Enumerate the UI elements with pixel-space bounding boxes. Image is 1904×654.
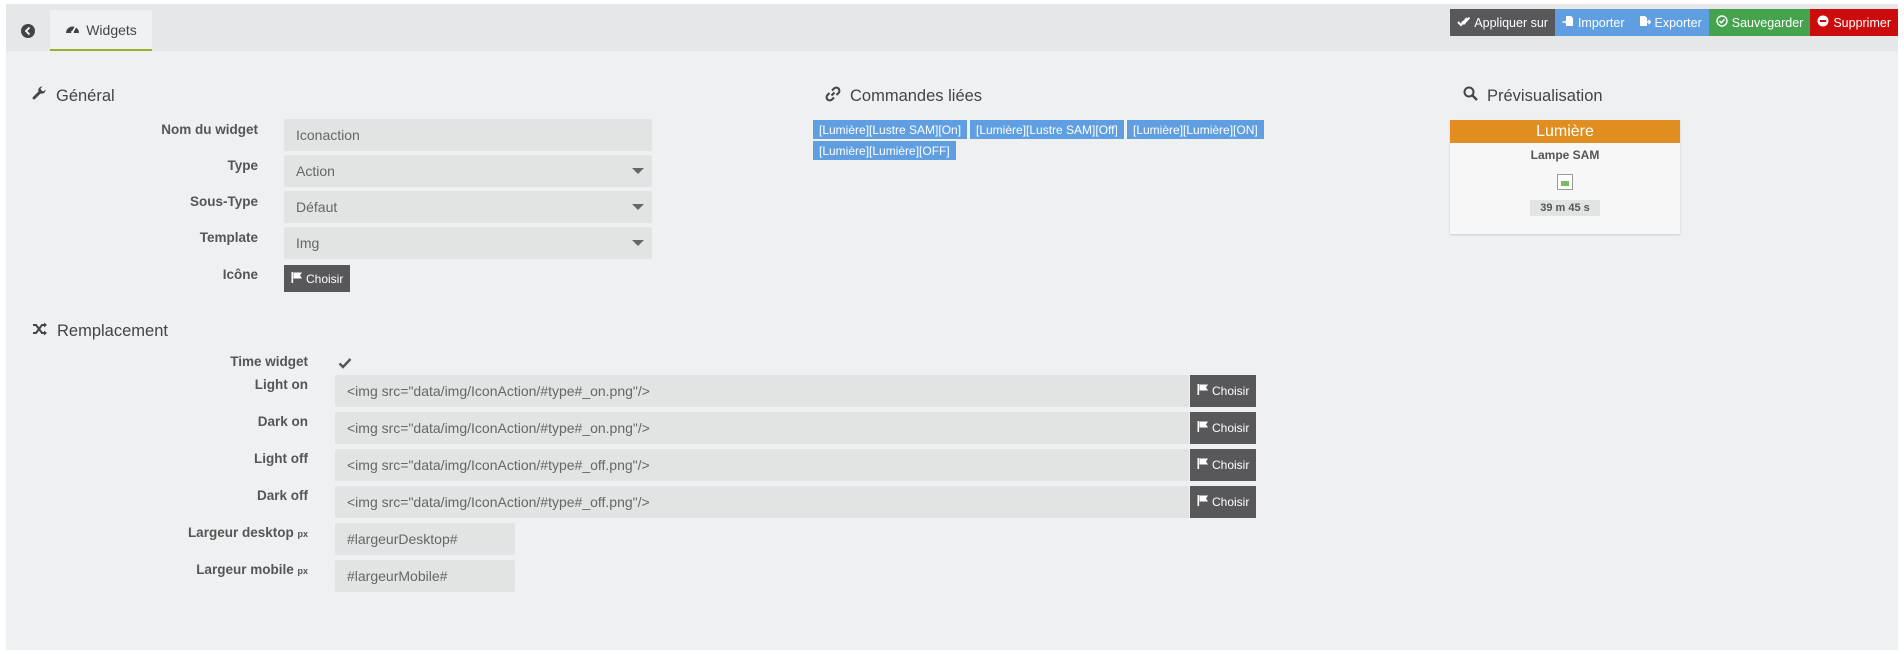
preview-tile-subtitle: Lampe SAM	[1530, 148, 1600, 162]
time-widget-checkbox[interactable]	[337, 355, 353, 371]
dark-off-input[interactable]: <img src="data/img/IconAction/#type#_off…	[335, 486, 1189, 518]
save-button[interactable]: Sauvegarder	[1708, 9, 1811, 36]
width-desktop-input[interactable]: #largeurDesktop#	[335, 523, 515, 555]
light-on-label: Light on	[254, 377, 308, 392]
link-icon	[825, 86, 841, 107]
width-mobile-unit: px	[297, 566, 308, 576]
widget-preview-tile[interactable]: Lumière Lampe SAM 39 m 45 s	[1450, 120, 1680, 234]
double-check-icon	[1457, 16, 1471, 30]
tab-widgets[interactable]: Widgets	[50, 10, 152, 51]
choose-label: Choisir	[1212, 458, 1250, 472]
type-select[interactable]: Action	[284, 155, 652, 187]
minus-circle-icon	[1817, 15, 1829, 30]
save-label: Sauvegarder	[1731, 15, 1804, 30]
light-on-choose-button[interactable]: Choisir	[1190, 375, 1257, 407]
dark-on-choose-button[interactable]: Choisir	[1190, 412, 1257, 444]
width-mobile-input[interactable]: #largeurMobile#	[335, 560, 515, 592]
preview-section-title: Prévisualisation	[1463, 86, 1603, 106]
linked-commands-section-title: Commandes liées	[825, 86, 982, 107]
top-tab-bar: Widgets Appliquer sur Importer Exporter	[6, 4, 1898, 51]
arrow-circle-left-icon[interactable]	[21, 23, 35, 38]
template-label: Template	[199, 230, 258, 245]
type-label: Type	[227, 158, 258, 173]
dark-on-label: Dark on	[257, 414, 308, 429]
apply-on-button[interactable]: Appliquer sur	[1450, 9, 1555, 36]
import-label: Importer	[1577, 15, 1625, 30]
linked-command-badge[interactable]: [Lumière][Lustre SAM][On]	[813, 120, 968, 139]
subtype-select[interactable]: Défaut	[284, 191, 652, 223]
light-off-label: Light off	[254, 451, 308, 466]
choose-label: Choisir	[1212, 495, 1250, 509]
preview-tile-time: 39 m 45 s	[1530, 200, 1600, 216]
flag-icon	[1197, 384, 1209, 398]
delete-button[interactable]: Supprimer	[1810, 9, 1898, 36]
linked-commands-title: Commandes liées	[850, 87, 983, 105]
widget-name-label: Nom du widget	[161, 122, 258, 137]
action-buttons: Appliquer sur Importer Exporter Sauvegar…	[1450, 9, 1898, 36]
subtype-value: Défaut	[296, 199, 338, 215]
linked-command-badge[interactable]: [Lumière][Lumière][ON]	[1127, 120, 1264, 139]
export-label: Exporter	[1654, 15, 1702, 30]
dark-off-label: Dark off	[256, 488, 308, 503]
widget-editor: Widgets Appliquer sur Importer Exporter	[6, 4, 1898, 650]
search-icon	[1463, 86, 1478, 106]
icon-label: Icône	[222, 267, 258, 282]
flag-icon	[291, 271, 303, 286]
export-button[interactable]: Exporter	[1631, 9, 1709, 36]
random-icon	[32, 322, 48, 341]
check-circle-icon	[1716, 15, 1728, 30]
type-value: Action	[296, 163, 335, 179]
caret-down-icon	[632, 168, 644, 174]
replacement-title: Remplacement	[57, 322, 168, 340]
import-button[interactable]: Importer	[1554, 9, 1632, 36]
flag-icon	[1197, 495, 1209, 509]
choose-label: Choisir	[1212, 384, 1250, 398]
width-mobile-label: Largeur mobile px	[196, 562, 308, 577]
caret-down-icon	[632, 240, 644, 246]
delete-label: Supprimer	[1833, 15, 1891, 30]
flag-icon	[1197, 458, 1209, 472]
wrench-icon	[32, 86, 47, 106]
back-tab[interactable]	[6, 10, 50, 51]
width-desktop-label: Largeur desktop px	[188, 525, 308, 540]
dashboard-icon	[65, 22, 80, 38]
tab-widgets-label: Widgets	[86, 21, 137, 38]
linked-command-badge[interactable]: [Lumière][Lustre SAM][Off]	[970, 120, 1124, 139]
width-desktop-unit: px	[297, 529, 308, 539]
template-select[interactable]: Img	[284, 227, 652, 259]
caret-down-icon	[632, 204, 644, 210]
light-on-input[interactable]: <img src="data/img/IconAction/#type#_on.…	[335, 375, 1189, 407]
time-widget-label: Time widget	[230, 354, 308, 369]
preview-title: Prévisualisation	[1487, 86, 1603, 105]
light-off-input[interactable]: <img src="data/img/IconAction/#type#_off…	[335, 449, 1189, 481]
linked-command-badge[interactable]: [Lumière][Lumière][OFF]	[813, 141, 956, 160]
choose-icon-button[interactable]: Choisir	[284, 265, 351, 292]
broken-image-icon[interactable]	[1557, 174, 1573, 190]
file-import-icon	[1562, 15, 1574, 30]
apply-on-label: Appliquer sur	[1474, 15, 1548, 30]
template-value: Img	[296, 235, 320, 251]
flag-icon	[1197, 421, 1209, 435]
light-off-choose-button[interactable]: Choisir	[1190, 449, 1257, 481]
dark-off-choose-button[interactable]: Choisir	[1190, 486, 1257, 518]
subtype-label: Sous-Type	[189, 194, 258, 209]
general-section-title: Général	[32, 86, 115, 106]
choose-label: Choisir	[306, 271, 344, 286]
file-export-icon	[1639, 15, 1651, 30]
width-mobile-label-text: Largeur mobile	[196, 562, 294, 577]
choose-label: Choisir	[1212, 421, 1250, 435]
dark-on-input[interactable]: <img src="data/img/IconAction/#type#_on.…	[335, 412, 1189, 444]
width-desktop-label-text: Largeur desktop	[187, 525, 294, 540]
widget-name-input[interactable]: Iconaction	[284, 119, 652, 151]
preview-tile-title: Lumière	[1450, 120, 1680, 143]
replacement-section-title: Remplacement	[32, 322, 168, 341]
general-title: Général	[56, 86, 115, 105]
